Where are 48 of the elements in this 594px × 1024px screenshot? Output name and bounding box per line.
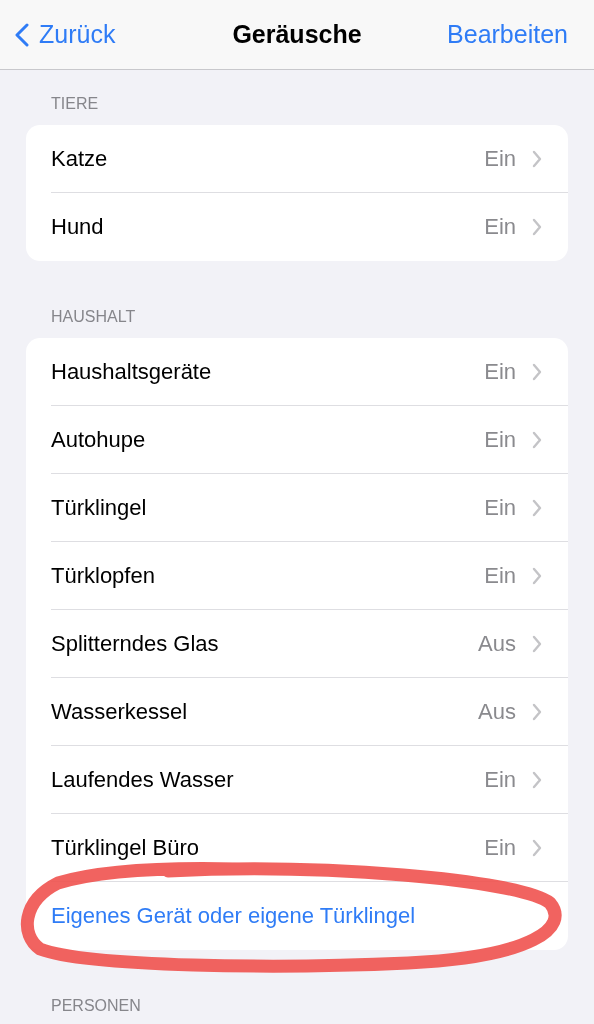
section-header: HAUSHALT bbox=[50, 307, 137, 327]
list-row[interactable]: Türklopfen Ein bbox=[51, 542, 568, 610]
chevron-icon bbox=[532, 566, 542, 585]
edit-button[interactable]: Bearbeiten bbox=[447, 20, 568, 49]
list-row[interactable]: Hund Ein bbox=[51, 193, 568, 261]
list-row[interactable]: Splitterndes Glas Aus bbox=[51, 610, 568, 678]
chevron-icon bbox=[532, 149, 542, 168]
screen-title: Geräusche bbox=[232, 20, 362, 49]
list-row[interactable]: Wasserkessel Aus bbox=[51, 678, 568, 746]
list-row[interactable]: Türklingel Ein bbox=[51, 474, 568, 542]
list-row[interactable]: Autohupe Ein bbox=[51, 406, 568, 474]
row-value: Ein bbox=[484, 562, 516, 589]
list-row[interactable]: Katze Ein bbox=[51, 125, 568, 193]
chevron-icon bbox=[532, 362, 542, 381]
row-value: Ein bbox=[484, 145, 516, 172]
back-chevron-icon bbox=[15, 22, 29, 47]
row-label: Hund bbox=[51, 214, 105, 240]
row-value: Aus bbox=[478, 630, 516, 657]
row-label: Laufendes Wasser bbox=[51, 766, 235, 793]
add-link[interactable]: Eigenes Gerät oder eigene Türklingel bbox=[51, 903, 416, 929]
row-label: Türklingel bbox=[51, 494, 148, 521]
row-label: Türklingel Büro bbox=[51, 834, 200, 861]
row-value: Ein bbox=[484, 494, 516, 521]
row-label: Haushaltsgeräte bbox=[51, 358, 213, 385]
list-row[interactable]: Haushaltsgeräte Ein bbox=[51, 338, 568, 406]
chevron-icon bbox=[532, 702, 542, 721]
chevron-icon bbox=[532, 634, 542, 653]
row-value: Aus bbox=[478, 698, 516, 725]
row-value: Ein bbox=[484, 766, 516, 793]
back-button[interactable]: Zurück bbox=[15, 20, 116, 49]
row-label: Katze bbox=[51, 145, 109, 172]
row-value: Ein bbox=[484, 214, 516, 240]
chevron-icon bbox=[532, 430, 542, 449]
row-label: Wasserkessel bbox=[51, 698, 189, 725]
row-label: Autohupe bbox=[51, 426, 147, 453]
chevron-icon bbox=[532, 838, 542, 857]
section-header: PERSONEN bbox=[50, 996, 142, 1016]
chevron-icon bbox=[532, 770, 542, 789]
list-row[interactable]: Türklingel Büro Ein bbox=[51, 814, 568, 882]
row-label: Splitterndes Glas bbox=[51, 630, 220, 657]
section-header: TIERE bbox=[50, 94, 100, 114]
list-row[interactable]: Laufendes Wasser Ein bbox=[51, 746, 568, 814]
row-value: Ein bbox=[484, 426, 516, 453]
row-value: Ein bbox=[484, 358, 516, 385]
chevron-icon bbox=[532, 498, 542, 517]
chevron-icon bbox=[532, 218, 542, 236]
row-value: Ein bbox=[484, 834, 516, 861]
row-label: Türklopfen bbox=[51, 562, 156, 589]
